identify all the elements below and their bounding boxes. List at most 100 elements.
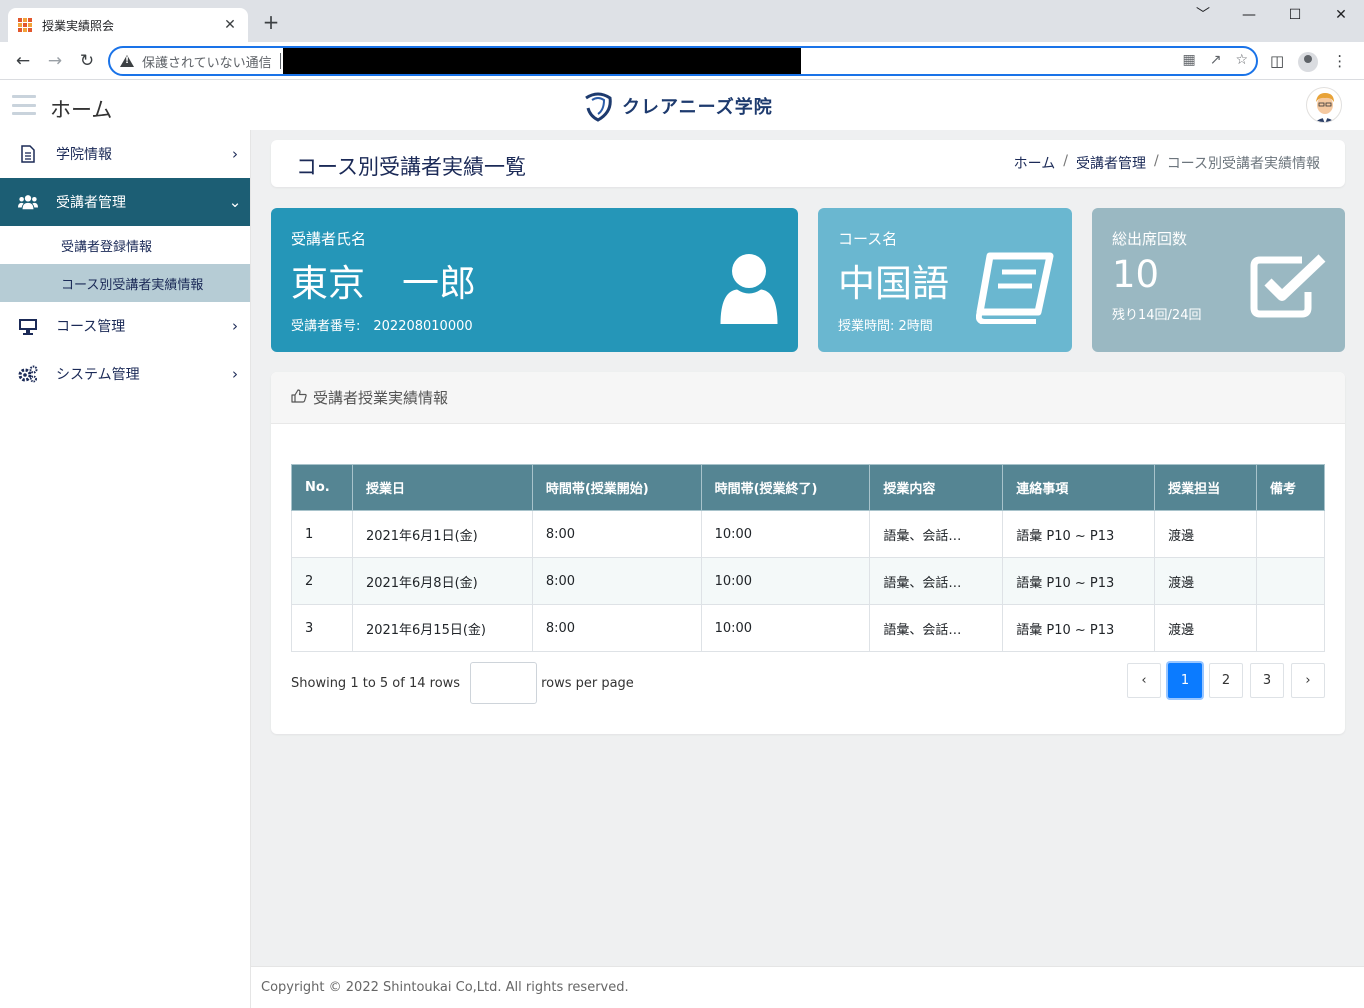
cell-end-time: 10:00 [700, 557, 871, 605]
main-content: コース別受講者実績一覧 ホーム / 受講者管理 / コース別受講者実績情報 受講… [251, 130, 1364, 966]
column-header-date[interactable]: 授業日 [351, 464, 533, 511]
cell-date: 2021年6月1日(金) [351, 510, 533, 558]
close-window-button[interactable]: ✕ [1318, 4, 1364, 26]
share-icon[interactable]: ↗ [1210, 52, 1222, 68]
course-card: コース名 中国語 授業時間: 2時間 [818, 208, 1072, 352]
sidebar-item-academy-info[interactable]: 学院情報 › [0, 130, 250, 178]
gears-icon [18, 365, 38, 383]
student-number: 受講者番号: 202208010000 [291, 319, 473, 334]
security-label[interactable]: 保護されていない通信 [142, 52, 272, 71]
sidebar-item-label: 学院情報 [56, 147, 112, 163]
cell-no: 1 [291, 510, 353, 558]
bookmark-star-icon[interactable]: ☆ [1235, 52, 1248, 68]
pagination: ‹ 1 2 3 › [1120, 663, 1325, 698]
sidebar-subitem-course-results[interactable]: コース別受講者実績情報 [0, 264, 250, 302]
users-icon [18, 193, 38, 211]
breadcrumb-student-management[interactable]: 受講者管理 [1076, 153, 1146, 173]
app-header: ホーム クレアニーズ学院 [0, 81, 1364, 130]
minimize-button[interactable]: — [1226, 4, 1272, 26]
warning-icon [120, 55, 134, 67]
records-panel: 受講者授業実績情報 No. 授業日 時間帯(授業開始) 時間帯(授業終了) 授業… [271, 372, 1345, 734]
cell-date: 2021年6月8日(金) [351, 557, 533, 605]
records-table: No. 授業日 時間帯(授業開始) 時間帯(授業終了) 授業内容 連絡事項 授業… [291, 464, 1325, 652]
sidebar-item-student-management[interactable]: 受講者管理 ⌄ [0, 178, 250, 226]
cell-remarks [1256, 557, 1325, 605]
hamburger-menu-icon[interactable] [12, 95, 36, 115]
profile-icon[interactable] [1298, 52, 1319, 72]
copyright-text: Copyright © 2022 Shintoukai Co,Ltd. All … [261, 980, 629, 995]
maximize-button[interactable]: ☐ [1272, 4, 1318, 26]
table-row[interactable]: 2 2021年6月8日(金) 8:00 10:00 語彙、会話… 語彙 P10 … [291, 557, 1325, 605]
thumbs-up-icon [291, 388, 307, 407]
column-header-notes[interactable]: 連絡事項 [1002, 464, 1156, 511]
breadcrumb: ホーム / 受講者管理 / コース別受講者実績情報 [1014, 153, 1320, 173]
table-row[interactable]: 1 2021年6月1日(金) 8:00 10:00 語彙、会話… 語彙 P10 … [291, 510, 1325, 558]
sidebar-item-system-management[interactable]: システム管理 › [0, 350, 250, 398]
back-arrow-icon[interactable]: ← [12, 50, 34, 72]
panel-header: 受講者授業実績情報 [271, 372, 1345, 424]
checkbox-icon [1250, 254, 1326, 318]
column-header-remarks[interactable]: 備考 [1256, 464, 1325, 511]
menu-kebab-icon[interactable]: ⋮ [1332, 52, 1347, 72]
page-title: コース別受講者実績一覧 [296, 155, 526, 179]
redacted-url [282, 48, 801, 74]
page-header: コース別受講者実績一覧 ホーム / 受講者管理 / コース別受講者実績情報 [271, 140, 1345, 187]
address-bar: ← → ↻ 保護されていない通信 ▦ ↗ ☆ ◫ ⋮ [0, 42, 1364, 80]
cell-start-time: 8:00 [531, 604, 702, 652]
side-panel-icon[interactable]: ◫ [1270, 52, 1284, 72]
brand-name: クレアニーズ学院 [622, 97, 773, 118]
browser-tab[interactable]: 授業実績照会 ✕ [8, 8, 248, 42]
translate-icon[interactable]: ▦ [1182, 52, 1195, 68]
browser-tabbar: 授業実績照会 ✕ + ﹀ — ☐ ✕ [0, 0, 1364, 42]
next-page-button[interactable]: › [1291, 663, 1325, 698]
breadcrumb-home[interactable]: ホーム [1014, 153, 1056, 173]
document-icon [18, 145, 38, 163]
prev-page-button[interactable]: ‹ [1127, 663, 1161, 698]
table-row[interactable]: 3 2021年6月15日(金) 8:00 10:00 語彙、会話… 語彙 P10… [291, 604, 1325, 652]
cell-remarks [1256, 510, 1325, 558]
url-input[interactable]: 保護されていない通信 ▦ ↗ ☆ [108, 46, 1258, 76]
forward-arrow-icon[interactable]: → [44, 50, 66, 72]
avatar-face-icon [1307, 88, 1341, 122]
column-header-teacher[interactable]: 授業担当 [1154, 464, 1258, 511]
page-button-2[interactable]: 2 [1209, 663, 1243, 698]
new-tab-button[interactable]: + [260, 12, 282, 34]
book-icon [976, 252, 1054, 324]
sidebar-subitem-student-registration[interactable]: 受講者登録情報 [0, 226, 250, 264]
browser-toolbar-right: ◫ ⋮ [1270, 52, 1347, 72]
chevron-right-icon: › [232, 365, 238, 383]
rows-per-page-label: rows per page [541, 675, 634, 691]
table-header-row: No. 授業日 時間帯(授業開始) 時間帯(授業終了) 授業内容 連絡事項 授業… [291, 464, 1325, 511]
brand[interactable]: クレアニーズ学院 [582, 90, 773, 122]
column-header-content[interactable]: 授業内容 [869, 464, 1004, 511]
column-header-no[interactable]: No. [291, 464, 353, 511]
student-card: 受講者氏名 東京 一郎 受講者番号: 202208010000 [271, 208, 798, 352]
panel-title: 受講者授業実績情報 [313, 389, 449, 407]
monitor-icon [18, 317, 38, 335]
course-label: コース名 [838, 230, 898, 248]
column-header-start-time[interactable]: 時間帯(授業開始) [531, 464, 702, 511]
page-button-1[interactable]: 1 [1168, 663, 1202, 698]
cell-notes: 語彙 P10 ~ P13 [1002, 510, 1156, 558]
cell-start-time: 8:00 [531, 557, 702, 605]
tab-search-icon[interactable]: ﹀ [1180, 4, 1226, 26]
rows-per-page-select[interactable] [470, 662, 538, 704]
sidebar-item-course-management[interactable]: コース管理 › [0, 302, 250, 350]
sidebar: 学院情報 › 受講者管理 ⌄ 受講者登録情報 コース別受講者実績情報 コース管理… [0, 130, 251, 1008]
attendance-label: 総出席回数 [1112, 230, 1188, 248]
cell-teacher: 渡邊 [1154, 510, 1258, 558]
cell-no: 2 [291, 557, 353, 605]
cell-end-time: 10:00 [700, 510, 871, 558]
user-avatar[interactable] [1306, 87, 1342, 123]
sidebar-item-label: 受講者管理 [56, 195, 126, 211]
footer: Copyright © 2022 Shintoukai Co,Ltd. All … [251, 966, 1364, 1008]
cell-date: 2021年6月15日(金) [351, 604, 533, 652]
home-title[interactable]: ホーム [50, 94, 112, 124]
cell-no: 3 [291, 604, 353, 652]
user-icon [720, 254, 778, 324]
reload-icon[interactable]: ↻ [76, 50, 98, 72]
cell-notes: 語彙 P10 ~ P13 [1002, 557, 1156, 605]
column-header-end-time[interactable]: 時間帯(授業終了) [700, 464, 871, 511]
page-button-3[interactable]: 3 [1250, 663, 1284, 698]
tab-close-icon[interactable]: ✕ [222, 17, 238, 33]
